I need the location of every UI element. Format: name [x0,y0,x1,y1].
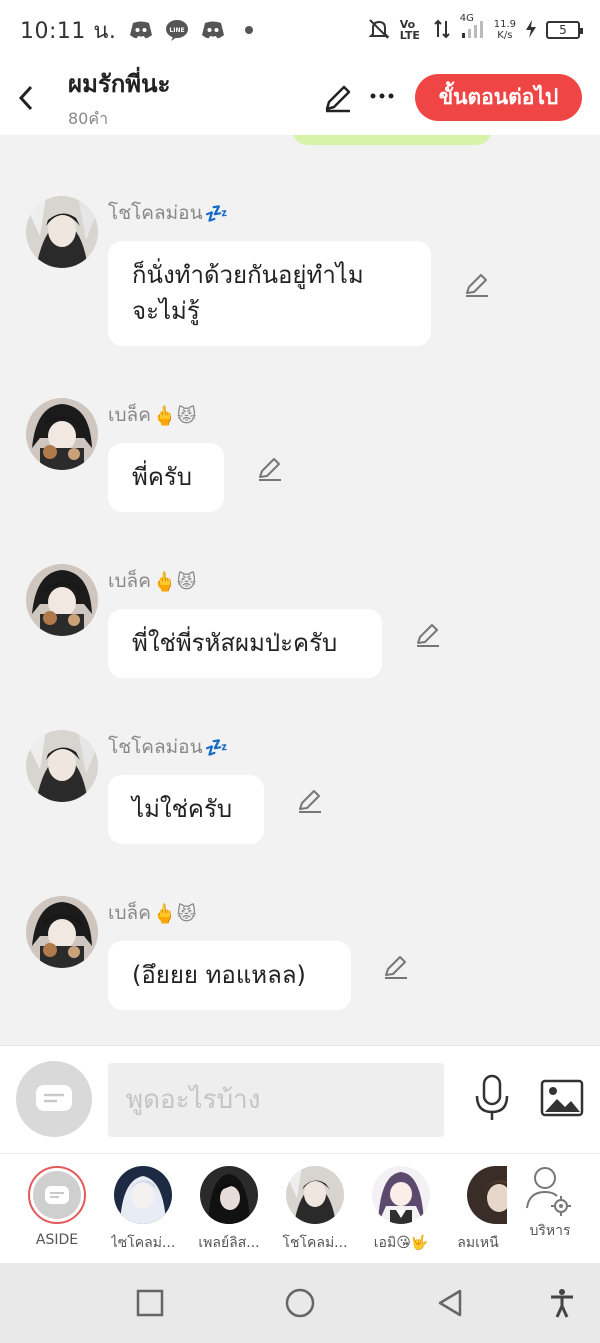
charging-icon [526,19,536,41]
edit-pencil-icon[interactable] [463,271,491,299]
chat-header: ผมรักพี่นะ 80คำ ขั้นตอนต่อไป [0,60,600,135]
avatar [114,1166,172,1224]
microphone-icon[interactable] [472,1074,512,1122]
avatar[interactable] [26,730,98,802]
title-block: ผมรักพี่นะ 80คำ [52,64,170,132]
more-icon[interactable] [368,80,396,112]
participant-label: เอมิ😘🤟 [373,1235,429,1251]
recents-square-icon[interactable] [134,1287,166,1319]
sender-name: เบล็ค 🖕😾 [108,570,197,593]
word-count: 80คำ [68,108,109,128]
avatar [467,1166,507,1224]
participant-label: ASIDE [35,1232,79,1248]
speech-bubble-icon [45,1186,69,1204]
composer-bar [0,1045,600,1153]
previous-message-bubble[interactable] [293,135,491,145]
discord-icon [128,19,154,41]
network-speed: 11.9 K/s [493,19,516,41]
emoji: 🖕😾 [152,570,197,593]
user-settings-icon [525,1164,575,1224]
avatar [372,1166,430,1224]
edit-pencil-icon[interactable] [382,953,410,981]
participant[interactable]: โชโคลม่... [272,1154,358,1264]
accessibility-icon[interactable] [546,1287,578,1319]
message-bubble[interactable]: ไม่ใช่ครับ [108,775,264,844]
status-bar: 10:11 น. LINE Vo LTE 4G 11.9 K/s 5 [0,0,600,60]
image-icon[interactable] [540,1079,584,1117]
message-bubble[interactable]: พี่ครับ [108,443,224,512]
avatar[interactable] [26,564,98,636]
participant-aside[interactable]: ASIDE [14,1154,100,1264]
svg-text:LINE: LINE [170,27,185,34]
participant-label: โชโคลม่... [282,1235,348,1251]
emoji: 🖕😾 [152,902,197,925]
participant-label: ลมเหนื [457,1235,499,1251]
sender-name: เบล็ค 🖕😾 [108,404,197,427]
speech-bubble-icon [36,1085,72,1111]
line-icon: LINE [164,19,190,41]
participant[interactable]: เอมิ😘🤟 [358,1154,444,1264]
edit-pencil-icon[interactable] [256,455,284,483]
pencil-icon[interactable] [322,82,354,114]
mute-bell-icon [368,18,390,43]
participant-label: ไซโคลม่... [110,1235,176,1251]
data-arrows-icon [434,19,450,42]
notification-icons: LINE [128,19,262,41]
participant[interactable]: ไซโคลม่... [100,1154,186,1264]
sender-name: โชโคลม่อน 💤 [108,202,229,225]
page-title: ผมรักพี่นะ [68,69,171,98]
participants-bar: ASIDE ไซโคลม่... เพลย์ลิส... โชโคลม่... … [0,1153,600,1263]
home-circle-icon[interactable] [284,1287,316,1319]
system-indicators: Vo LTE 4G 11.9 K/s 5 [368,13,583,43]
sender-name: โชโคลม่อน 💤 [108,736,229,759]
sender-name: เบล็ค 🖕😾 [108,902,197,925]
system-nav-bar [0,1263,600,1343]
next-step-button[interactable]: ขั้นตอนต่อไป [415,74,582,121]
manage-button[interactable]: บริหาร [510,1154,590,1264]
aside-avatar [28,1166,86,1224]
edit-pencil-icon[interactable] [296,787,324,815]
avatar [200,1166,258,1224]
aside-toggle-button[interactable] [16,1061,92,1137]
message-input[interactable] [108,1063,444,1137]
message-bubble[interactable]: พี่ใช่พี่รหัสผมป่ะครับ [108,609,382,678]
avatar[interactable] [26,196,98,268]
message-bubble[interactable]: ก็นั่งทำด้วยกันอยู่ทำไม จะไม่รู้ [108,241,431,346]
battery-icon: 5 [546,21,583,39]
emoji: 🖕😾 [152,404,197,427]
participant-label: บริหาร [529,1223,571,1239]
avatar[interactable] [26,896,98,968]
message-bubble[interactable]: (อึยยย ทอแหลล) [108,941,351,1010]
chevron-left-icon [18,85,33,110]
dot-icon [236,19,262,41]
participant[interactable]: ลมเหนื [438,1154,518,1264]
volte-label: Vo LTE [399,18,420,42]
back-button[interactable] [0,60,52,135]
zzz-emoji: 💤 [204,736,229,759]
participant[interactable]: เพลย์ลิส... [186,1154,272,1264]
avatar [286,1166,344,1224]
back-triangle-icon[interactable] [434,1287,466,1319]
zzz-emoji: 💤 [204,202,229,225]
status-time: 10:11 น. [20,18,117,44]
edit-pencil-icon[interactable] [414,621,442,649]
discord-icon [200,19,226,41]
participant-label: เพลย์ลิส... [198,1235,260,1251]
signal-icon: 4G [460,13,484,42]
chat-area[interactable]: โชโคลม่อน 💤 ก็นั่งทำด้วยกันอยู่ทำไม จะไม่… [0,135,600,1045]
avatar[interactable] [26,398,98,470]
